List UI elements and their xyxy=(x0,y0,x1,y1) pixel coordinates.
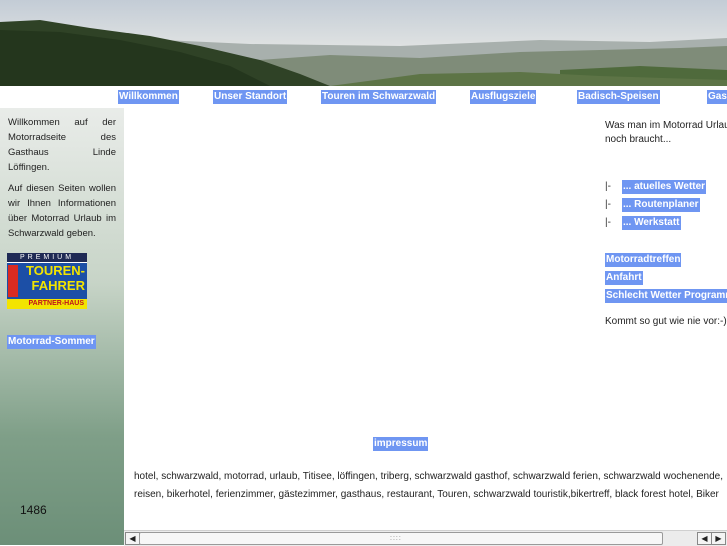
nav-link-unser-standort[interactable]: Unser Standort xyxy=(213,90,288,104)
link-routenplaner[interactable]: ... Routenplaner xyxy=(622,198,700,212)
sidebar-intro-text: Willkommen auf der Motorradseite des Gas… xyxy=(8,117,116,173)
logo-title: TOUREN- FAHRER xyxy=(7,263,87,299)
link-motorradtreffen[interactable]: Motorradtreffen xyxy=(605,253,682,267)
nav-link-ausflugsziele[interactable]: Ausflugsziele xyxy=(470,90,537,104)
bullet-marker: |- xyxy=(605,181,611,192)
main-navigation: Willkommen Unser Standort Touren im Schw… xyxy=(0,86,727,108)
scrollbar-grip-icon: :::: xyxy=(390,535,402,542)
scroll-left-arrow-icon[interactable]: ◀ xyxy=(125,532,140,545)
tourenfahrer-partner-logo[interactable]: PREMIUM TOUREN- FAHRER PARTNER-HAUS xyxy=(7,253,87,309)
keywords-line-2: reisen, bikerhotel, ferienzimmer, gästez… xyxy=(134,489,719,500)
horizontal-scrollbar[interactable]: ◀ :::: ◀ ▶ xyxy=(124,530,727,546)
scrollbar-thumb[interactable]: :::: xyxy=(139,532,663,545)
link-schlecht-wetter-programm[interactable]: Schlecht Wetter Programm xyxy=(605,289,727,303)
bullet-marker: |- xyxy=(605,199,611,210)
sidebar-link-motorrad-sommer[interactable]: Motorrad-Sommer xyxy=(7,335,96,349)
logo-line2: FAHRER xyxy=(31,278,85,293)
header-banner-image xyxy=(0,0,727,86)
right-intro-line2: noch braucht... xyxy=(605,134,672,145)
sidebar-info-text: Auf diesen Seiten wollen wir Ihnen Infor… xyxy=(8,183,116,239)
right-intro-line1: Was man im Motorrad Urlau xyxy=(605,120,727,131)
impressum-link[interactable]: impressum xyxy=(373,437,429,451)
nav-link-touren-im-schwarzwald[interactable]: Touren im Schwarzwald xyxy=(321,90,437,104)
nav-link-gasthaus[interactable]: Gas xyxy=(707,90,727,104)
keywords-line-1: hotel, schwarzwald, motorrad, urlaub, Ti… xyxy=(134,471,723,482)
right-outro-text: Kommt so gut wie nie vor:-) xyxy=(605,316,727,327)
scroll-right-arrow-icon[interactable]: ▶ xyxy=(711,532,726,545)
link-anfahrt[interactable]: Anfahrt xyxy=(605,271,643,285)
logo-line1: TOUREN- xyxy=(26,263,85,278)
left-sidebar: Willkommen auf der Motorradseite des Gas… xyxy=(0,108,124,545)
bullet-marker: |- xyxy=(605,217,611,228)
nav-link-willkommen[interactable]: Willkommen xyxy=(118,90,179,104)
scroll-left-arrow-icon[interactable]: ◀ xyxy=(697,532,712,545)
logo-partner-label: PARTNER-HAUS xyxy=(7,299,87,309)
link-aktuelles-wetter[interactable]: ... atuelles Wetter xyxy=(622,180,707,194)
seo-keywords: hotel, schwarzwald, motorrad, urlaub, Ti… xyxy=(134,468,727,504)
logo-rider-icon xyxy=(8,265,18,297)
nav-link-badisch-speisen[interactable]: Badisch-Speisen xyxy=(577,90,660,104)
visitor-counter: 1486 xyxy=(20,503,47,517)
link-werkstatt[interactable]: ... Werkstatt xyxy=(622,216,681,230)
logo-premium-label: PREMIUM xyxy=(7,253,87,262)
